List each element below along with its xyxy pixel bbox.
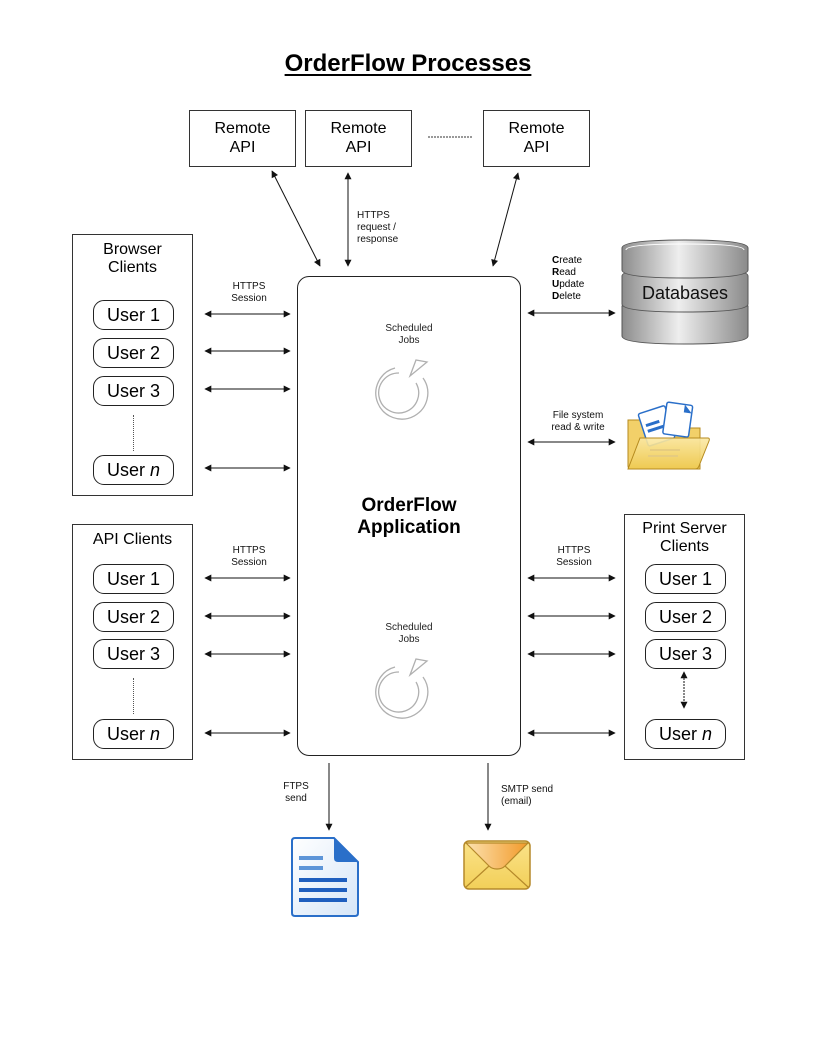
refresh-icon bbox=[375, 658, 429, 719]
remote-api-1-arrow bbox=[271, 170, 321, 267]
databases-label: Databases bbox=[641, 283, 729, 303]
folder-icon bbox=[627, 401, 710, 470]
diagram-graphics bbox=[204, 136, 749, 917]
browser-arrows bbox=[204, 310, 291, 472]
print-arrows bbox=[527, 574, 688, 737]
refresh-icon bbox=[375, 359, 429, 420]
remote-api-3-arrow bbox=[491, 172, 520, 267]
document-icon bbox=[291, 837, 359, 917]
envelope-icon bbox=[463, 840, 531, 890]
api-arrows bbox=[204, 574, 291, 737]
